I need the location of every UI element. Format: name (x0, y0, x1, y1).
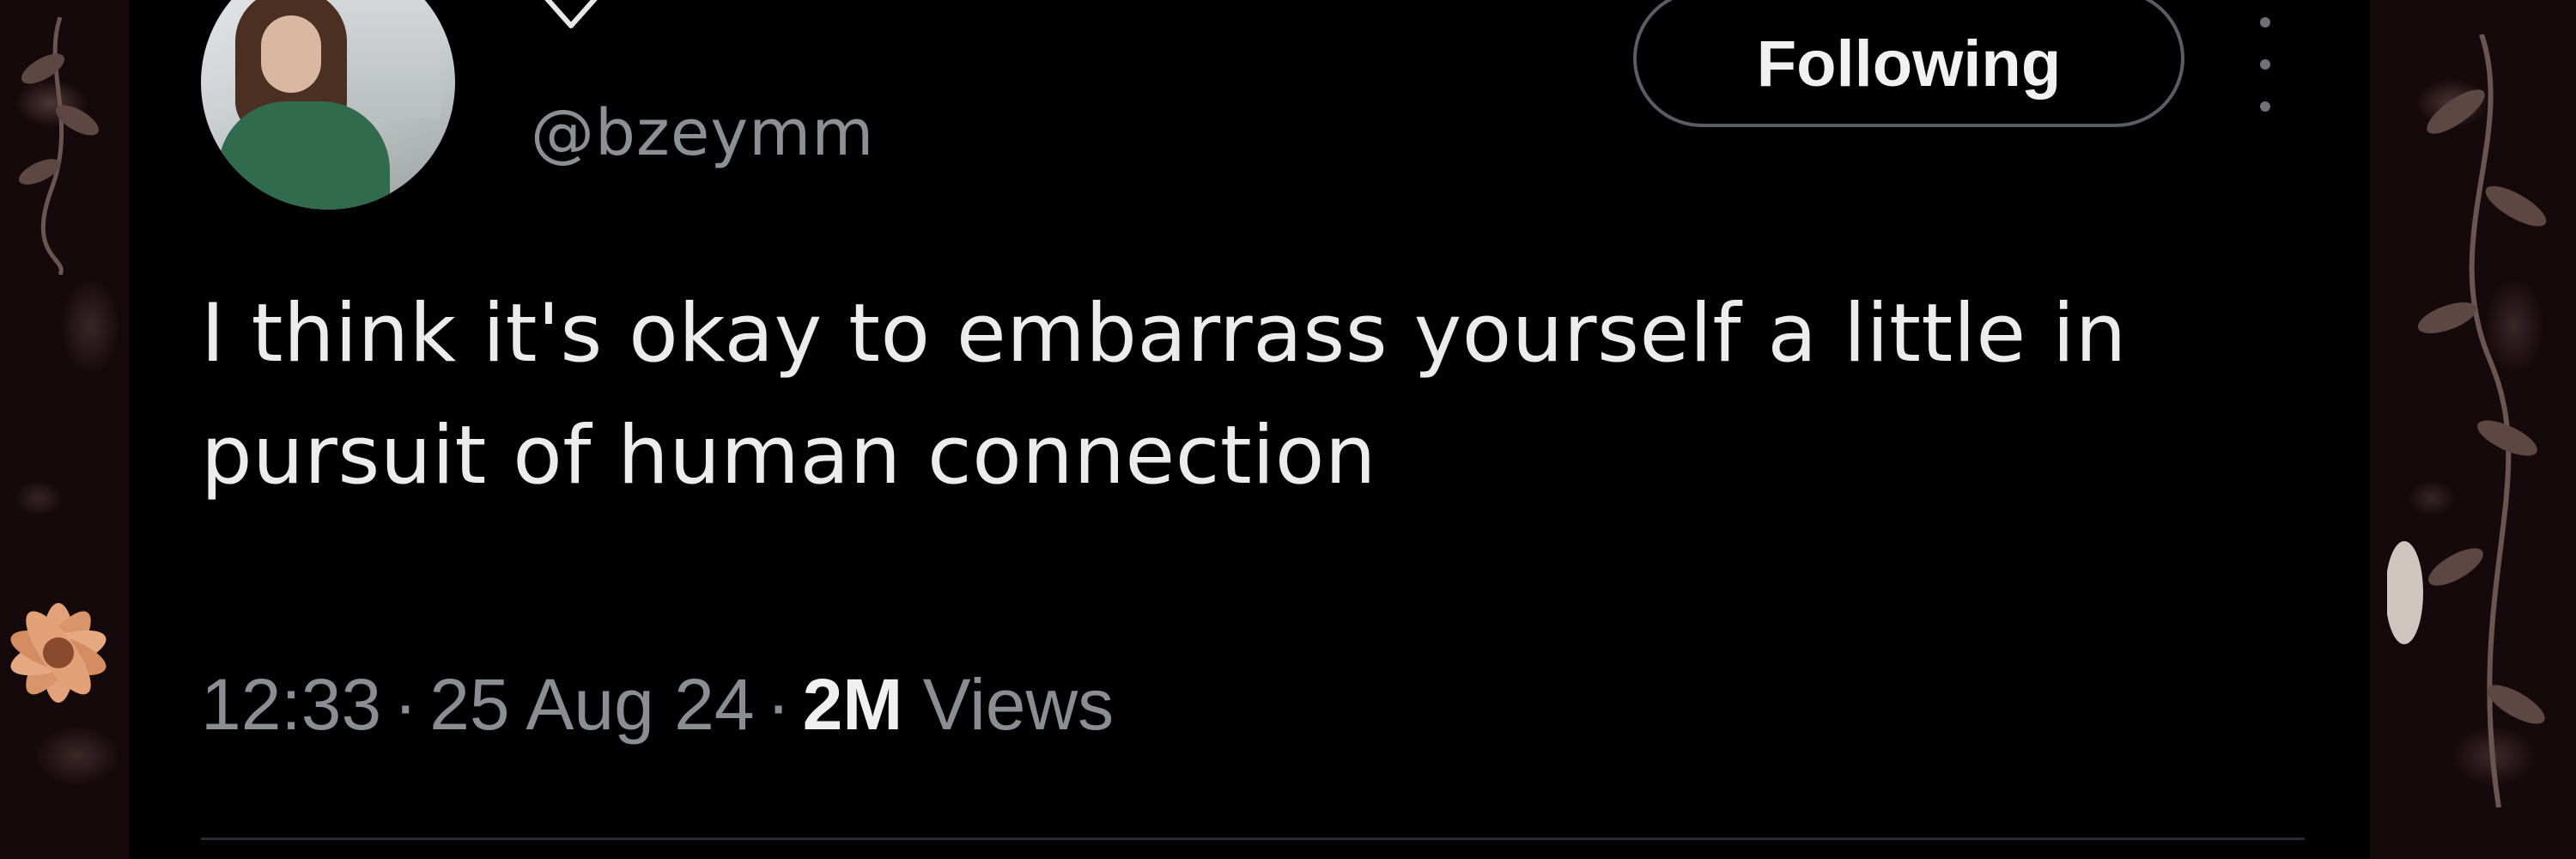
flower-illustration-left (10, 603, 106, 703)
tweet-time[interactable]: 12:33 (201, 664, 381, 745)
avatar-face (261, 15, 321, 93)
floral-background-left (0, 0, 129, 859)
verified-badge-icon (544, 0, 598, 28)
more-options-icon[interactable] (2250, 17, 2281, 112)
meta-separator: · (766, 664, 791, 745)
divider (201, 838, 2305, 840)
tweet-card: @bzeymm Following I think it's okay to e… (129, 0, 2370, 859)
more-dot (2260, 101, 2270, 112)
more-dot (2260, 59, 2270, 70)
tweet-meta: 12:33 · 25 Aug 24 · 2M Views (201, 663, 1114, 746)
tweet-date[interactable]: 25 Aug 24 (429, 664, 754, 745)
views-count: 2M (802, 664, 903, 745)
views-label: Views (922, 664, 1115, 745)
avatar-body (218, 101, 390, 210)
avatar[interactable] (201, 0, 455, 210)
meta-separator: · (393, 664, 418, 745)
following-button[interactable]: Following (1633, 0, 2184, 127)
tweet-text: I think it's okay to embarrass yourself … (201, 287, 2127, 503)
leaf-illustration-right (2387, 34, 2547, 807)
more-dot (2260, 17, 2270, 27)
leaf-illustration-left (18, 17, 99, 275)
floral-background-right (2370, 0, 2576, 859)
user-handle[interactable]: @bzeymm (531, 96, 874, 170)
